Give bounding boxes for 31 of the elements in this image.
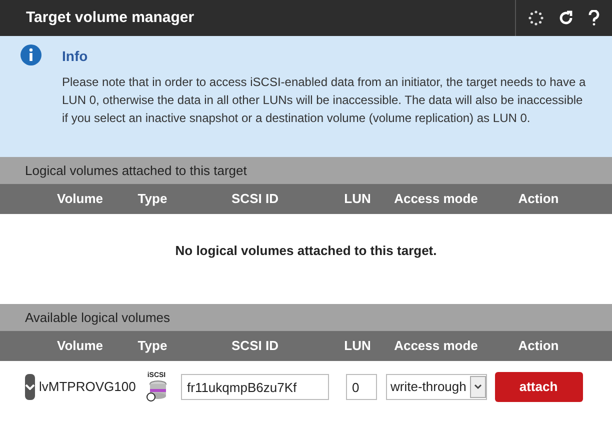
- empty-message: No logical volumes attached to this target.: [175, 242, 437, 260]
- column-header: Volume: [57, 337, 103, 356]
- column-header: Access mode: [394, 190, 478, 208]
- lun-field[interactable]: 0: [346, 374, 377, 400]
- help-icon[interactable]: [588, 10, 600, 26]
- caret-icon: [470, 376, 486, 398]
- column-header: Access mode: [394, 337, 478, 356]
- info-icon: [20, 44, 42, 66]
- column-header: Action: [518, 337, 559, 356]
- window-title: Target volume manager: [25, 8, 196, 28]
- spinner-icon: [528, 10, 544, 26]
- chevron-down-icon: [25, 384, 35, 390]
- column-header: SCSI ID: [232, 337, 278, 356]
- volume-name: lvMTPROVG100: [39, 378, 136, 396]
- access-mode-select[interactable]: write-through: [386, 374, 486, 400]
- column-header: Type: [138, 337, 168, 356]
- scsi-id-field[interactable]: fr11ukqmpB6zu7Kf: [181, 374, 329, 400]
- section-header: Available logical volumes: [0, 304, 612, 331]
- column-header: Action: [518, 190, 559, 208]
- expand-button[interactable]: [25, 374, 35, 400]
- attach-button[interactable]: attach: [494, 372, 582, 402]
- disk-icon: [146, 380, 168, 402]
- column-header: SCSI ID: [232, 190, 278, 208]
- column-header: LUN: [344, 190, 371, 208]
- column-header: LUN: [344, 337, 371, 356]
- info-title: Info: [62, 47, 89, 66]
- column-header: Type: [138, 190, 168, 208]
- refresh-icon[interactable]: [558, 10, 574, 26]
- info-text: Please note that in order to access iSCSI-enabled data from an initiator, the target needs to have a LUN 0, otherwise the data in all other LUNs will be inaccessible. The data will also be inaccessible if you select an inactive snapshot or a destination volume (volume replication) as LUN 0.: [62, 74, 587, 127]
- column-header: Volume: [57, 190, 103, 208]
- section-header: Logical volumes attached to this target: [0, 157, 612, 184]
